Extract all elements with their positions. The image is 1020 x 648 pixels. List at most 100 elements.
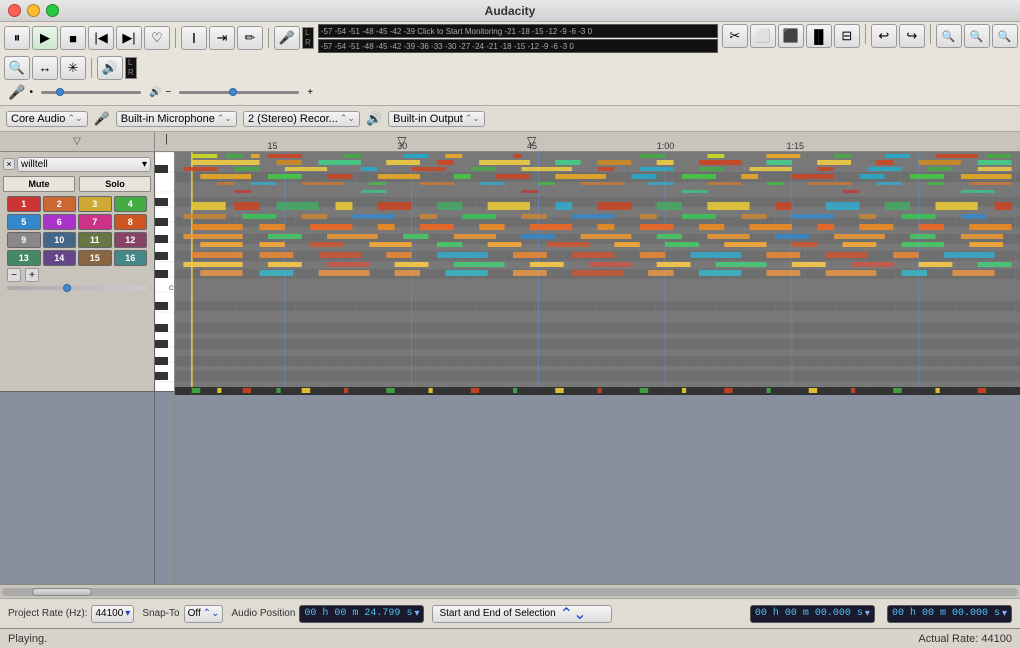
snap-to-section: Snap-To Off ⌃⌄ <box>142 605 223 623</box>
edit-clipboard: ✂ ⬜ ⬛ ▐▌ ⊟ ↩ ↪ 🔍 🔍 🔍 🔍 ▌ ──── <box>722 24 1020 49</box>
track-close-btn[interactable]: × <box>3 158 15 170</box>
selection-section: Start and End of Selection ⌃⌄ <box>432 605 737 623</box>
copy-button[interactable]: ⬜ <box>750 24 776 48</box>
minimize-button[interactable] <box>27 4 40 17</box>
bottom-status-bar: Playing. Actual Rate: 44100 <box>0 628 1020 648</box>
track-volume-area <box>3 284 151 292</box>
midi-notes-area[interactable] <box>175 152 1020 584</box>
channel-8-btn[interactable]: 8 <box>114 214 148 230</box>
track-name-dropdown[interactable]: willtell ▾ <box>17 157 151 172</box>
channel-2-btn[interactable]: 2 <box>43 196 77 212</box>
play-button[interactable]: ▶ <box>32 26 58 50</box>
project-rate-select[interactable]: 44100 ▾ <box>91 605 134 623</box>
channel-5-btn[interactable]: 5 <box>7 214 41 230</box>
channel-13-btn[interactable]: 13 <box>7 250 41 266</box>
envelope-tool[interactable]: ⇥ <box>209 26 235 50</box>
channel-12-btn[interactable]: 12 <box>114 232 148 248</box>
cursor-tool[interactable]: I <box>181 26 207 50</box>
record-meter-button[interactable]: 🎤 <box>274 26 300 50</box>
mute-button[interactable]: Mute <box>3 176 75 192</box>
silence-button[interactable]: ⊟ <box>834 24 860 48</box>
mic-device-select[interactable]: Built-in Microphone ⌃⌄ <box>116 111 237 127</box>
pause-button[interactable]: ⏸ <box>4 26 30 50</box>
track-expand-btn[interactable]: + <box>25 268 39 282</box>
track-volume-slider[interactable] <box>7 286 147 290</box>
undo-button[interactable]: ↩ <box>871 24 897 48</box>
channel-1-btn[interactable]: 1 <box>7 196 41 212</box>
track-dropdown-arrow: ▾ <box>142 159 147 170</box>
paste-button[interactable]: ⬛ <box>778 24 804 48</box>
loop-button[interactable]: ♡ <box>144 26 170 50</box>
project-rate-label: Project Rate (Hz): <box>8 608 87 619</box>
channel-10-btn[interactable]: 10 <box>43 232 77 248</box>
output-device-select[interactable]: Built-in Output ⌃⌄ <box>388 111 485 127</box>
scroll-area <box>0 584 1020 598</box>
redo-button[interactable]: ↪ <box>899 24 925 48</box>
multi-tool-btn[interactable]: ✳ <box>60 56 86 80</box>
channel-7-btn[interactable]: 7 <box>78 214 112 230</box>
stop-button[interactable]: ■ <box>60 26 86 50</box>
track-shrink-btn[interactable]: − <box>7 268 21 282</box>
channel-14-btn[interactable]: 14 <box>43 250 77 266</box>
r-label2: R <box>128 68 134 78</box>
selection-end-arrow[interactable]: ▾ <box>1002 608 1007 620</box>
actual-rate: Actual Rate: 44100 <box>918 633 1012 645</box>
selection-end-display[interactable]: 00 h 00 m 00.000 s ▾ <box>887 605 1012 623</box>
record-meter[interactable]: -57 -54 -51 -48 -45 -42 -39 Click to Sta… <box>318 24 718 38</box>
horizontal-scrollbar[interactable] <box>2 588 1018 596</box>
cut-button[interactable]: ✂ <box>722 24 748 48</box>
project-rate-arrow: ▾ <box>125 608 130 619</box>
output-volume-slider[interactable] <box>179 91 299 94</box>
channel-11-btn[interactable]: 11 <box>78 232 112 248</box>
audio-host-label: Core Audio <box>11 113 65 125</box>
channel-16-btn[interactable]: 16 <box>114 250 148 266</box>
channels-select[interactable]: 2 (Stereo) Recor... ⌃⌄ <box>243 111 360 127</box>
skip-forward-button[interactable]: ▶| <box>116 26 142 50</box>
title-bar: Audacity <box>0 0 1020 22</box>
piano-track-keys: C♭ C♭ <box>155 152 174 392</box>
channel-9-btn[interactable]: 9 <box>7 232 41 248</box>
skip-back-button[interactable]: |◀ <box>88 26 114 50</box>
ruler-time-area[interactable]: | 15 30 45 1:00 1:15 ▽ ▽ <box>155 132 1020 151</box>
selection-type-dropdown[interactable]: Start and End of Selection ⌃⌄ <box>432 605 612 623</box>
audio-position-label: Audio Position <box>231 608 295 619</box>
close-button[interactable] <box>8 4 21 17</box>
scrollbar-thumb[interactable] <box>32 588 92 596</box>
timeline-ruler: ▽ | 15 30 45 1:00 1:15 ▽ ▽ <box>0 132 1020 152</box>
zoom-sel-button[interactable]: 🔍 <box>992 24 1018 48</box>
cue-marker-2: ▽ <box>527 134 536 148</box>
channel-6-btn[interactable]: 6 <box>43 214 77 230</box>
trim-button[interactable]: ▐▌ <box>806 24 832 48</box>
playback-meter[interactable]: -57 -54 -51 -48 -45 -42 -39 -36 -33 -30 … <box>318 39 718 53</box>
snap-to-select[interactable]: Off ⌃⌄ <box>184 605 224 623</box>
audio-position-value[interactable]: 00 h 00 m 24.799 s ▾ <box>299 605 424 623</box>
selection-arrow: ⌃⌄ <box>560 604 587 624</box>
selection-label: Start and End of Selection <box>439 608 555 619</box>
draw-tool[interactable]: ✏ <box>237 26 263 50</box>
window-controls <box>8 4 59 17</box>
zoom-in-btn[interactable]: 🔍 <box>4 56 30 80</box>
app-title: Audacity <box>485 4 536 18</box>
playback-meter-btn[interactable]: 🔊 <box>97 56 123 80</box>
selection-start-display[interactable]: 00 h 00 m 00.000 s ▾ <box>750 605 875 623</box>
channel-15-btn[interactable]: 15 <box>78 250 112 266</box>
zoom-out-button[interactable]: 🔍 <box>964 24 990 48</box>
snap-to-label: Snap-To <box>142 608 179 619</box>
audio-host-select[interactable]: Core Audio ⌃⌄ <box>6 111 88 127</box>
input-volume-slider[interactable] <box>41 91 141 94</box>
maximize-button[interactable] <box>46 4 59 17</box>
solo-button[interactable]: Solo <box>79 176 151 192</box>
audio-position-section: Audio Position 00 h 00 m 24.799 s ▾ <box>231 605 424 623</box>
channel-4-btn[interactable]: 4 <box>114 196 148 212</box>
time-shift-btn[interactable]: ↔ <box>32 56 58 80</box>
mic-device-label: Built-in Microphone <box>121 113 215 125</box>
piano-keys-col: C♭ C♭ <box>155 152 175 584</box>
selection-end-text: 00 h 00 m 00.000 s <box>892 608 1000 619</box>
selection-start-arrow[interactable]: ▾ <box>865 608 870 620</box>
ruler-triangle-down: ▽ <box>73 136 81 147</box>
zoom-in-button[interactable]: 🔍 <box>936 24 962 48</box>
channel-3-btn[interactable]: 3 <box>78 196 112 212</box>
ruler-mark-115: 1:15 <box>786 141 804 151</box>
mic-device-arrow: ⌃⌄ <box>217 113 232 124</box>
audio-position-dropdown[interactable]: ▾ <box>414 608 419 620</box>
